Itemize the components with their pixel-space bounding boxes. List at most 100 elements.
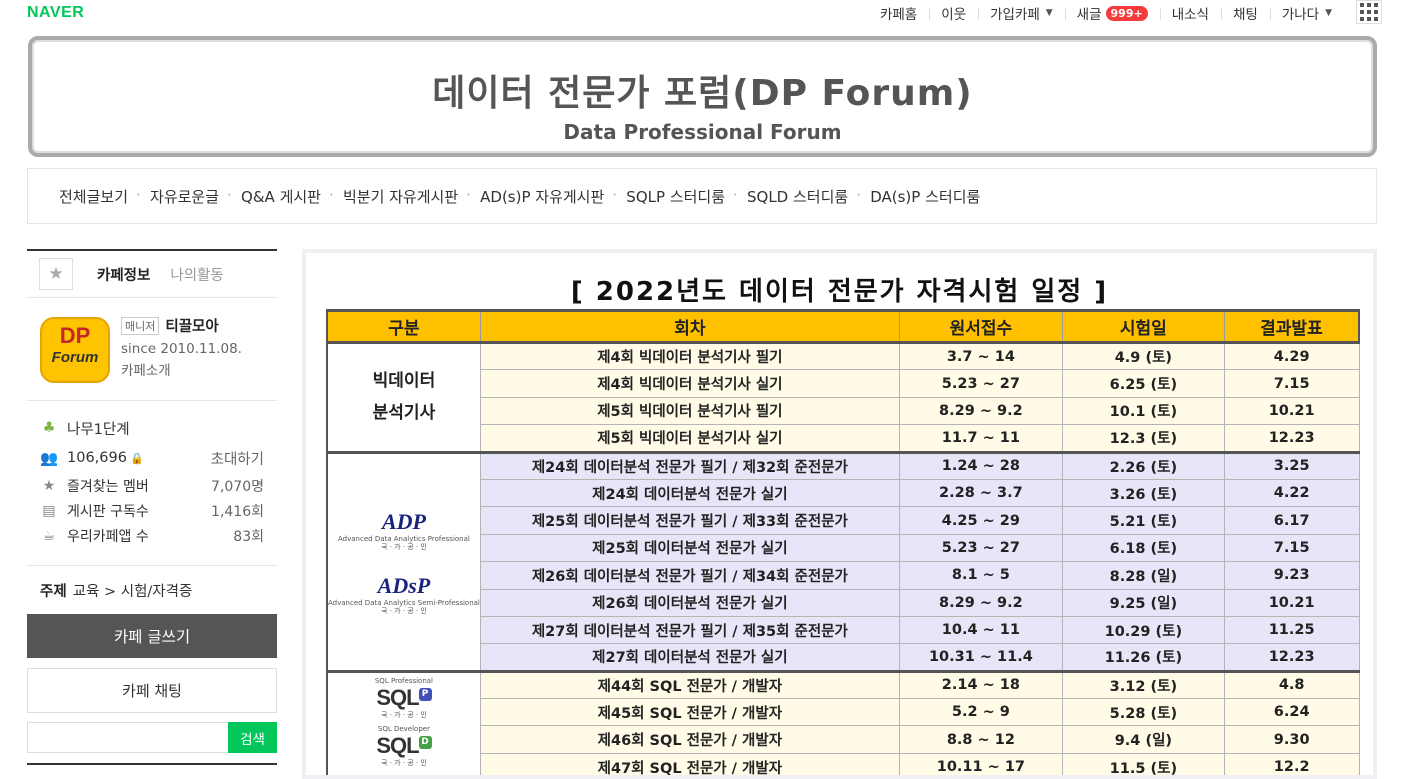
- exam-cell: 11.26 (토): [1061, 643, 1225, 672]
- manager-info: 매니저 티끌모아: [121, 315, 219, 336]
- members-icon: 👥: [39, 450, 59, 467]
- search-input[interactable]: [27, 722, 228, 753]
- result-cell: 6.24: [1223, 698, 1360, 727]
- nav-new-posts[interactable]: 새글 999+: [1064, 3, 1160, 23]
- new-posts-badge: 999+: [1105, 5, 1148, 21]
- result-cell: 12.23: [1223, 424, 1360, 453]
- cafe-stats: ♣ 나무1단계 👥 106,696 🔒 초대하기 ★ 즐겨찾는 멤버 7,070…: [27, 401, 277, 566]
- round-cell: 제5회 빅데이터 분석기사 실기: [479, 424, 900, 453]
- header-category: 구분: [325, 309, 481, 344]
- table-row: 제4회 빅데이터 분석기사 실기 5.23 ~ 27 6.25 (토) 7.15: [327, 369, 1360, 398]
- header-result: 결과발표: [1223, 309, 1360, 344]
- header-round: 회차: [479, 309, 900, 344]
- cafe-intro-link[interactable]: 카페소개: [121, 359, 171, 379]
- result-cell: 4.29: [1223, 340, 1360, 371]
- cafe-level[interactable]: ♣ 나무1단계: [39, 413, 264, 443]
- tab-my-activity[interactable]: 나의활동: [170, 264, 223, 285]
- invite-link[interactable]: 초대하기: [211, 448, 264, 469]
- cafe-chat-button[interactable]: 카페 채팅: [27, 668, 277, 713]
- rss-icon: ▤: [42, 502, 56, 519]
- round-cell: 제45회 SQL 전문가 / 개발자: [479, 698, 900, 727]
- header-exam: 시험일: [1061, 309, 1225, 344]
- result-cell: 4.8: [1223, 669, 1360, 700]
- cafe-profile: DP Forum 매니저 티끌모아 since 2010.11.08. 카페소개: [27, 298, 277, 401]
- exam-cell: 8.28 (일): [1061, 561, 1225, 590]
- star-icon[interactable]: ★: [39, 258, 73, 290]
- menu-qna[interactable]: Q&A 게시판: [227, 186, 332, 207]
- global-nav: 카페홈 이웃 가입카페 ▼ 새글 999+ 내소식 채팅 가나다 ▼: [868, 3, 1344, 23]
- adp-logo: ADP Advanced Data Analytics Professional 국…: [338, 508, 470, 551]
- exam-cell: 12.3 (토): [1061, 424, 1225, 453]
- category-cell: SQL Professional SQL P 국 · 가 · 공 · 인 SQL Dev…: [325, 669, 481, 775]
- result-cell: 4.22: [1223, 478, 1360, 508]
- menu-bigdata-board[interactable]: 빅분기 자유게시판: [329, 186, 469, 207]
- search-button[interactable]: 검색: [228, 722, 277, 753]
- apply-cell: 10.31 ~ 11.4: [898, 643, 1063, 672]
- write-post-button[interactable]: 카페 글쓰기: [27, 614, 277, 658]
- nav-neighbors[interactable]: 이웃: [929, 3, 978, 23]
- naver-logo[interactable]: NAVER: [27, 4, 84, 22]
- round-cell: 제4회 빅데이터 분석기사 실기: [479, 369, 900, 398]
- table-row: 빅데이터 분석기사 제4회 빅데이터 분석기사 필기 3.7 ~ 14 4.9 (토) 4…: [325, 340, 1360, 453]
- manager-tag: 매니저: [121, 316, 160, 335]
- result-cell: 12.23: [1223, 643, 1360, 672]
- exam-cell: 10.1 (토): [1061, 396, 1225, 426]
- apply-cell: 8.1 ~ 5: [898, 561, 1063, 590]
- apply-cell: 8.29 ~ 9.2: [898, 588, 1063, 617]
- result-cell: 6.17: [1223, 506, 1360, 535]
- manager-name[interactable]: 티끌모아: [165, 315, 218, 336]
- exam-cell: 9.4 (일): [1061, 725, 1225, 754]
- result-cell: 10.21: [1223, 396, 1360, 426]
- menu-free-posts[interactable]: 자유로운글: [136, 186, 230, 207]
- nav-my-news[interactable]: 내소식: [1159, 3, 1221, 23]
- table-row: 제46회 SQL 전문가 / 개발자 8.8 ~ 12 9.4 (일) 9.30: [327, 725, 1360, 754]
- apply-cell: 5.23 ~ 27: [898, 533, 1063, 563]
- table-row: 제27회 데이터분석 전문가 실기 10.31 ~ 11.4 11.26 (토) 12…: [327, 643, 1360, 672]
- bigdata-label-1: 빅데이터: [372, 371, 436, 392]
- app-grid-icon[interactable]: [1356, 0, 1382, 24]
- table-row: SQL Professional SQL P 국 · 가 · 공 · 인 SQL Dev…: [325, 669, 1360, 775]
- cafe-subject: 주제 교육 > 시험/자격증: [40, 584, 193, 600]
- main-content: [ 2022년도 데이터 전문가 자격시험 일정 ] 구분 회차 원서접수 시험…: [302, 249, 1377, 779]
- menu-dasp-study[interactable]: DA(s)P 스터디룸: [856, 186, 991, 207]
- member-count: 👥 106,696 🔒 초대하기: [39, 443, 264, 473]
- round-cell: 제44회 SQL 전문가 / 개발자: [479, 669, 900, 700]
- round-cell: 제25회 데이터분석 전문가 실기: [479, 533, 900, 563]
- table-row: 제25회 데이터분석 전문가 필기 / 제33회 준전문가 4.25 ~ 29 5.…: [327, 506, 1360, 535]
- nav-cafe-home[interactable]: 카페홈: [868, 3, 929, 23]
- table-row: 제26회 데이터분석 전문가 필기 / 제34회 준전문가 8.1 ~ 5 8.28…: [327, 561, 1360, 590]
- round-cell: 제24회 데이터분석 전문가 필기 / 제32회 준전문가: [479, 450, 900, 480]
- cafe-app-count: ☕ 우리카페앱 수 83회: [39, 523, 264, 548]
- category-cell: ADP Advanced Data Analytics Professional 국…: [325, 450, 481, 672]
- nav-chat[interactable]: 채팅: [1220, 3, 1270, 23]
- menu-all-posts[interactable]: 전체글보기: [48, 186, 139, 207]
- table-header: 구분 회차 원서접수 시험일 결과발표: [325, 309, 1360, 344]
- result-cell: 7.15: [1223, 533, 1360, 563]
- star-icon: ★: [42, 477, 56, 494]
- cafe-banner[interactable]: 데이터 전문가 포럼(DP Forum) Data Professional F…: [28, 36, 1377, 157]
- round-cell: 제46회 SQL 전문가 / 개발자: [479, 725, 900, 754]
- round-cell: 제25회 데이터분석 전문가 필기 / 제33회 준전문가: [479, 506, 900, 535]
- table-row: 제24회 데이터분석 전문가 실기 2.28 ~ 3.7 3.26 (토) 4.22: [327, 478, 1360, 508]
- menu-sqlp-study[interactable]: SQLP 스터디룸: [612, 186, 736, 207]
- exam-cell: 3.12 (토): [1061, 669, 1225, 700]
- menu-sqld-study[interactable]: SQLD 스터디룸: [733, 186, 859, 207]
- lock-icon: 🔒: [129, 451, 144, 465]
- table-row: 제27회 데이터분석 전문가 필기 / 제35회 준전문가 10.4 ~ 11 10…: [327, 615, 1360, 645]
- nav-sort-order[interactable]: 가나다 ▼: [1269, 3, 1344, 23]
- category-cell: 빅데이터분석기사: [325, 341, 481, 453]
- divider: [27, 763, 277, 765]
- round-cell: 제26회 데이터분석 전문가 필기 / 제34회 준전문가: [479, 561, 900, 590]
- table-row: ADP Advanced Data Analytics Professional 국…: [325, 450, 1360, 672]
- exam-cell: 9.25 (일): [1061, 588, 1225, 617]
- nav-joined-cafes[interactable]: 가입카페 ▼: [978, 3, 1065, 23]
- tab-cafe-info[interactable]: 카페정보: [97, 264, 150, 285]
- bigdata-label-2: 분석기사: [372, 403, 436, 424]
- table-row: 제5회 빅데이터 분석기사 필기 8.29 ~ 9.2 10.1 (토) 10.21: [327, 396, 1360, 426]
- exam-cell: 4.9 (토): [1061, 340, 1225, 371]
- apply-cell: 8.8 ~ 12: [898, 725, 1063, 754]
- menu-adsp-board[interactable]: AD(s)P 자유게시판: [466, 186, 615, 207]
- fav-members[interactable]: ★ 즐겨찾는 멤버 7,070명: [39, 473, 264, 498]
- table-row: 제26회 데이터분석 전문가 실기 8.29 ~ 9.2 9.25 (일) 10.21: [327, 588, 1360, 617]
- round-cell: 제24회 데이터분석 전문가 실기: [479, 478, 900, 508]
